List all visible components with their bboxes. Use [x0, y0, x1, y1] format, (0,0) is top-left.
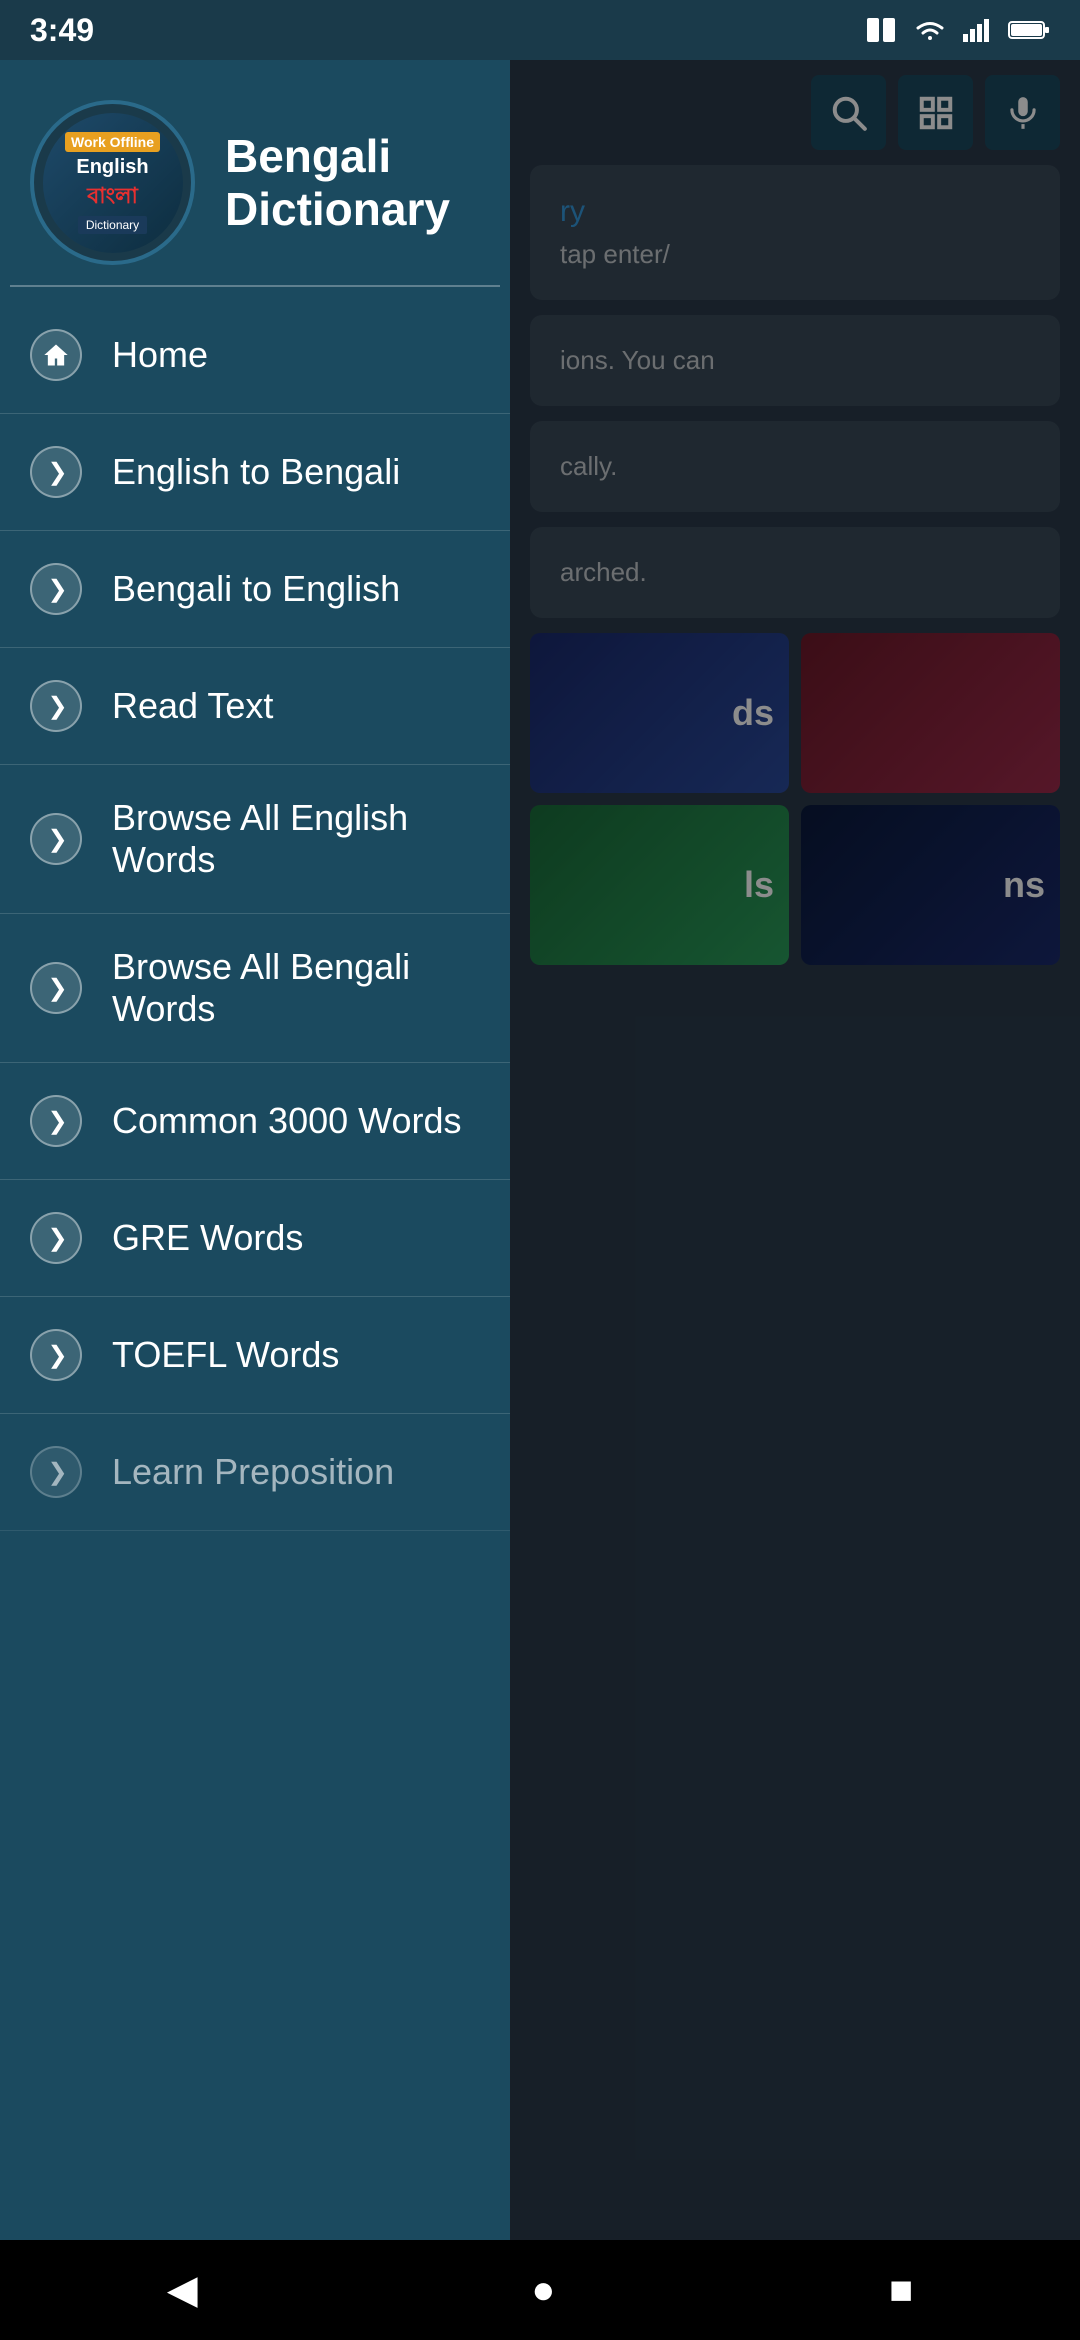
mic-icon — [1004, 94, 1042, 132]
status-bar: 3:49 — [0, 0, 1080, 60]
right-panel: ry tap enter/ ions. You can cally. arche… — [510, 60, 1080, 2340]
wifi-icon — [912, 16, 948, 44]
logo-english-text: English — [76, 156, 148, 179]
sidebar-item-learn-preposition-label: Learn Preposition — [112, 1451, 394, 1493]
sidebar-item-home[interactable]: Home — [0, 297, 510, 414]
arrow-icon-read-text: ❯ — [30, 680, 82, 732]
arrow-icon-browse-english: ❯ — [30, 813, 82, 865]
drawer-divider — [10, 285, 500, 287]
right-card-text-4: arched. — [560, 557, 1030, 588]
sidebar-item-gre-words[interactable]: ❯ GRE Words — [0, 1180, 510, 1297]
arrow-icon-gre: ❯ — [30, 1212, 82, 1264]
sim-icon — [865, 16, 897, 44]
recent-button[interactable]: ■ — [889, 2268, 913, 2313]
arrow-icon-browse-bengali: ❯ — [30, 962, 82, 1014]
back-button[interactable]: ◀ — [167, 2267, 198, 2313]
drawer-header: Work Offline English বাংলা Dictionary Be… — [0, 60, 510, 285]
status-time: 3:49 — [30, 12, 94, 49]
right-card-text-1: tap enter/ — [560, 239, 1030, 270]
sidebar-item-home-label: Home — [112, 334, 208, 376]
sidebar-item-bengali-to-english-label: Bengali to English — [112, 568, 400, 610]
sidebar-item-browse-all-bengali-words-label: Browse All Bengali Words — [112, 946, 480, 1030]
home-icon-wrap — [30, 329, 82, 381]
sidebar-item-common-3000-words[interactable]: ❯ Common 3000 Words — [0, 1063, 510, 1180]
arrow-icon-toefl: ❯ — [30, 1329, 82, 1381]
scan-icon — [917, 94, 955, 132]
search-icon — [830, 94, 868, 132]
sidebar-item-toefl-words[interactable]: ❯ TOEFL Words — [0, 1297, 510, 1414]
right-card-text-3: cally. — [560, 451, 1030, 482]
sidebar-item-read-text[interactable]: ❯ Read Text — [0, 648, 510, 765]
logo-bangla-text: বাংলা — [87, 179, 138, 216]
drawer: Work Offline English বাংলা Dictionary Be… — [0, 60, 510, 2340]
system-nav-bar: ◀ ● ■ — [0, 2240, 1080, 2340]
app-title: BengaliDictionary — [225, 130, 450, 236]
nav-list: Home ❯ English to Bengali ❯ Bengali to E… — [0, 297, 510, 2340]
mic-button[interactable] — [985, 75, 1060, 150]
sidebar-item-browse-all-english-words[interactable]: ❯ Browse All English Words — [0, 765, 510, 914]
sidebar-item-browse-all-bengali-words[interactable]: ❯ Browse All Bengali Words — [0, 914, 510, 1063]
card-thumb-2 — [801, 633, 1060, 793]
sidebar-item-bengali-to-english[interactable]: ❯ Bengali to English — [0, 531, 510, 648]
sidebar-item-learn-preposition[interactable]: ❯ Learn Preposition — [0, 1414, 510, 1531]
arrow-icon-common-3000: ❯ — [30, 1095, 82, 1147]
sidebar-item-english-to-bengali-label: English to Bengali — [112, 451, 400, 493]
sidebar-item-english-to-bengali[interactable]: ❯ English to Bengali — [0, 414, 510, 531]
logo-work-offline-text: Work Offline — [65, 132, 160, 152]
signal-icon — [963, 16, 993, 44]
search-button[interactable] — [811, 75, 886, 150]
right-highlight-text-1: ry — [560, 195, 1030, 229]
sidebar-item-gre-words-label: GRE Words — [112, 1217, 303, 1259]
sidebar-item-toefl-words-label: TOEFL Words — [112, 1334, 339, 1376]
arrow-icon-english-to-bengali: ❯ — [30, 446, 82, 498]
sidebar-item-read-text-label: Read Text — [112, 685, 273, 727]
sidebar-item-browse-all-english-words-label: Browse All English Words — [112, 797, 480, 881]
right-card-text-2: ions. You can — [560, 345, 1030, 376]
sidebar-item-common-3000-words-label: Common 3000 Words — [112, 1100, 462, 1142]
home-icon — [42, 341, 70, 369]
battery-icon — [1008, 19, 1050, 41]
arrow-icon-bengali-to-english: ❯ — [30, 563, 82, 615]
card-thumb-3: ls — [530, 805, 789, 965]
home-button[interactable]: ● — [531, 2268, 555, 2313]
card-thumb-1: ds — [530, 633, 789, 793]
status-icons — [865, 16, 1050, 44]
app-logo: Work Offline English বাংলা Dictionary — [30, 100, 195, 265]
logo-dictionary-text: Dictionary — [78, 216, 147, 234]
scan-button[interactable] — [898, 75, 973, 150]
main-layout: Work Offline English বাংলা Dictionary Be… — [0, 60, 1080, 2340]
card-thumb-4: ns — [801, 805, 1060, 965]
arrow-icon-learn-preposition: ❯ — [30, 1446, 82, 1498]
